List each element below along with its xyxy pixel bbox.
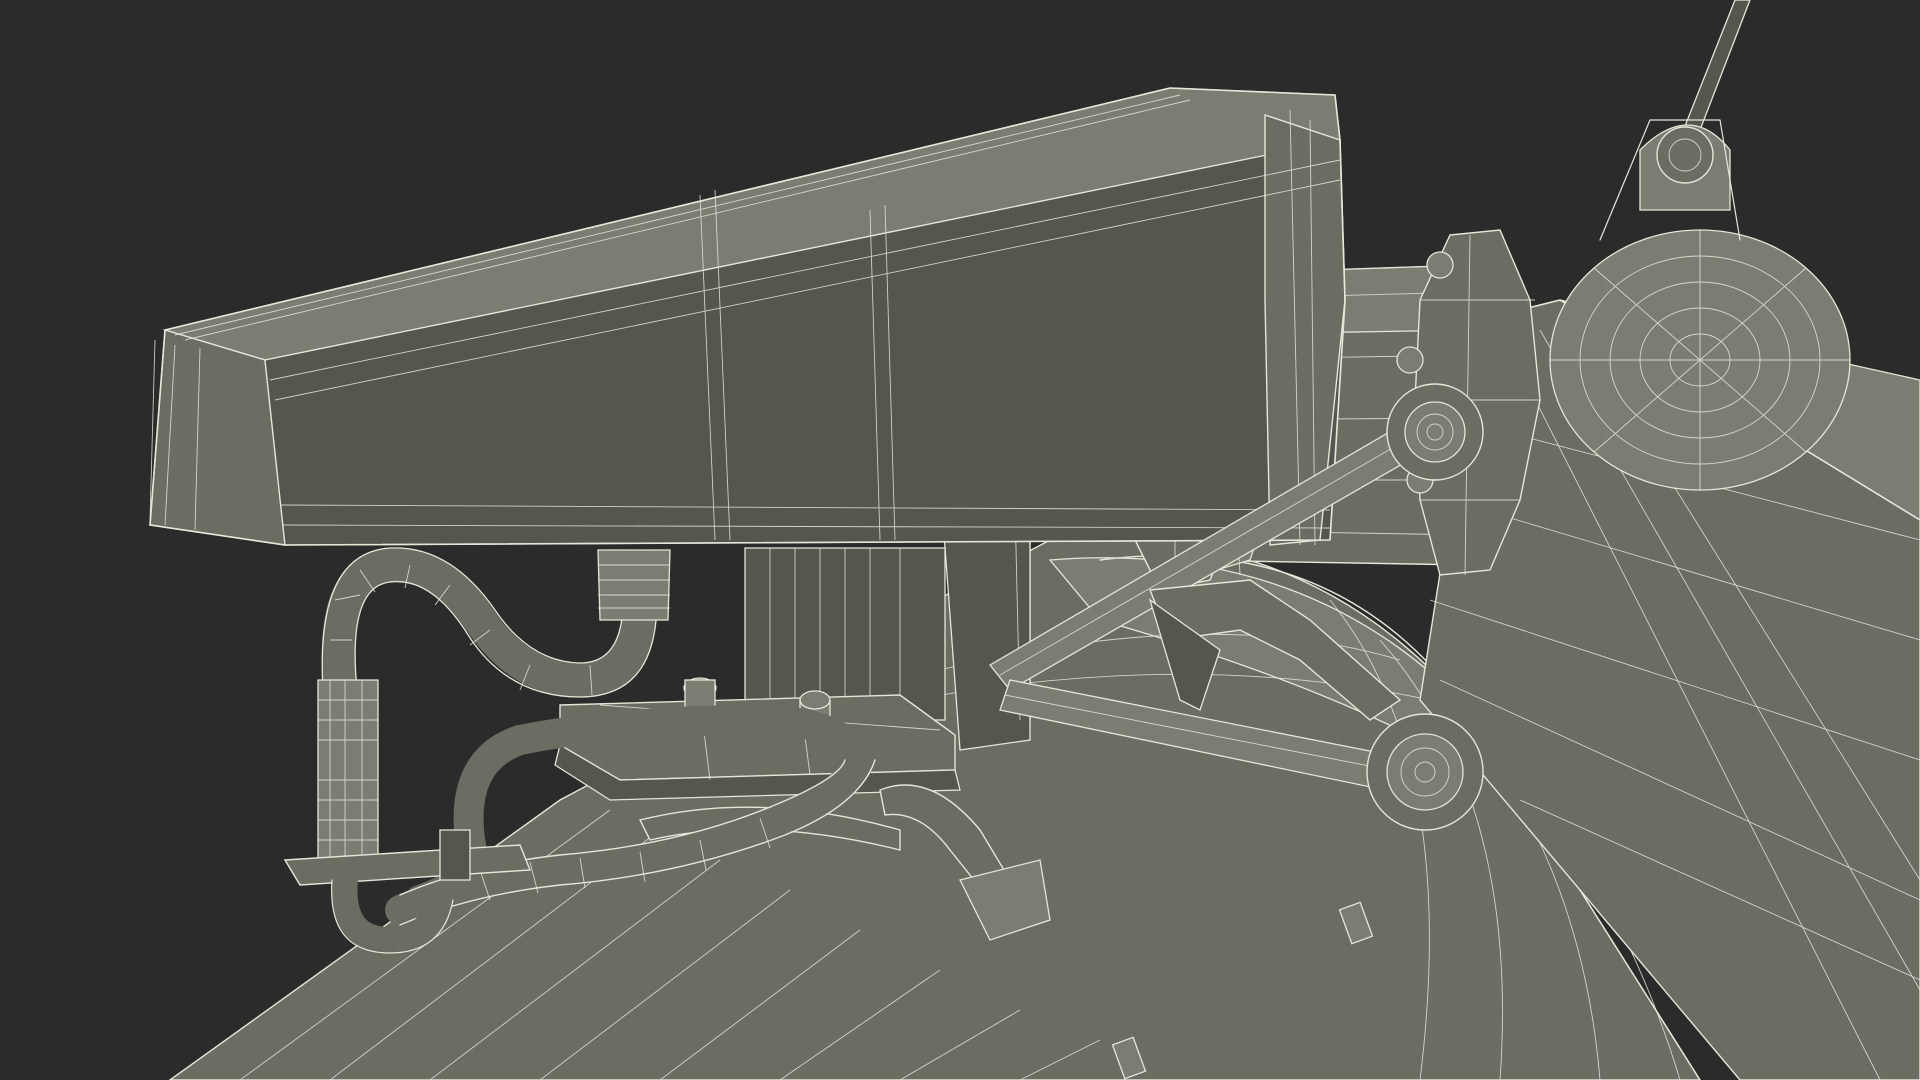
render-viewport xyxy=(0,0,1920,1080)
ball-joint-lower xyxy=(1366,713,1484,831)
hose-fitting xyxy=(597,549,671,621)
ball-joint-upper xyxy=(1386,383,1484,481)
antenna xyxy=(1599,0,1751,241)
wireframe-render xyxy=(149,0,1920,1080)
housing-box xyxy=(149,87,1346,546)
hub-disk xyxy=(1549,229,1851,491)
fin-block xyxy=(744,547,946,721)
